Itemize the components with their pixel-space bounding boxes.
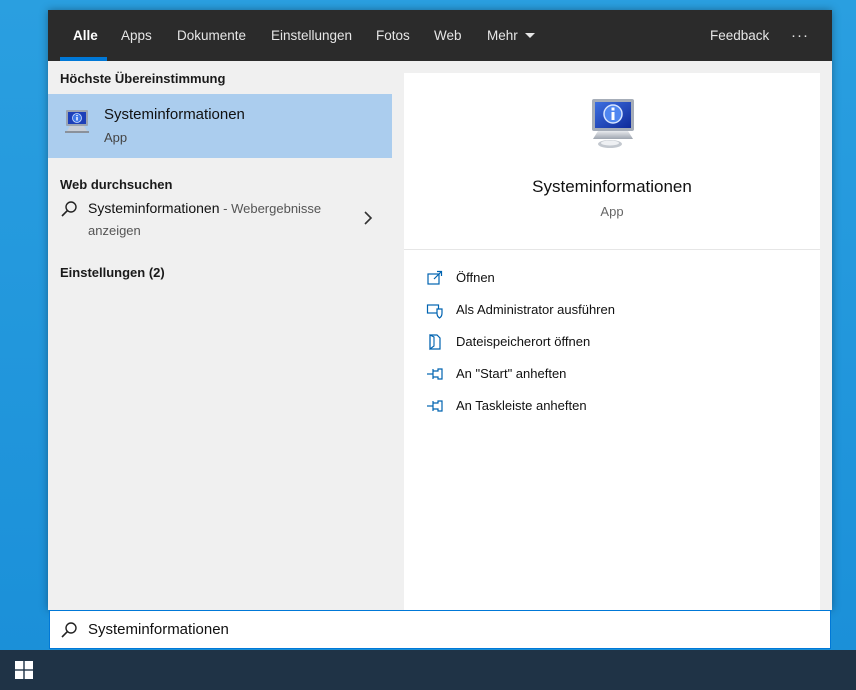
tab-dokumente[interactable]: Dokumente — [177, 10, 246, 61]
tab-einstellungen[interactable]: Einstellungen — [271, 10, 352, 61]
preview-subtitle: App — [600, 204, 624, 219]
tab-mehr-label: Mehr — [487, 28, 518, 43]
tab-alle[interactable]: Alle — [73, 10, 98, 61]
preview-title: Systeminformationen — [532, 177, 692, 196]
web-result-text: Systeminformationen - Webergebnisse — [88, 200, 321, 216]
search-panel: Alle Apps Dokumente Einstellungen Fotos … — [48, 10, 832, 610]
system-information-icon — [592, 99, 634, 148]
web-search-heading: Web durchsuchen — [60, 177, 173, 192]
file-location-icon — [429, 334, 441, 351]
search-input[interactable] — [88, 621, 788, 638]
web-search-result[interactable]: Systeminformationen - Webergebnisse anze… — [48, 196, 392, 248]
open-file-location-action[interactable]: Dateispeicherort öffnen — [426, 331, 806, 355]
system-information-icon — [65, 110, 89, 133]
open-file-location-label: Dateispeicherort öffnen — [456, 334, 591, 349]
pin-icon — [427, 400, 443, 412]
tab-apps[interactable]: Apps — [121, 10, 152, 61]
best-match-heading: Höchste Übereinstimmung — [60, 71, 226, 86]
tab-fotos[interactable]: Fotos — [376, 10, 410, 61]
pin-to-taskbar-action[interactable]: An Taskleiste anheften — [426, 395, 806, 419]
pin-icon — [427, 368, 443, 380]
tab-web[interactable]: Web — [434, 10, 462, 61]
web-result-suffix: - Webergebnisse — [219, 201, 322, 216]
shield-icon — [426, 304, 443, 319]
windows-start-icon[interactable] — [15, 661, 33, 679]
run-as-admin-label: Als Administrator ausführen — [456, 302, 615, 317]
open-icon — [427, 270, 443, 285]
best-match-item[interactable]: Systeminformationen App — [48, 94, 392, 158]
run-as-admin-action[interactable]: Als Administrator ausführen — [426, 299, 806, 323]
search-box[interactable] — [49, 610, 831, 649]
pin-to-start-action[interactable]: An "Start" anheften — [426, 363, 806, 387]
pin-to-taskbar-label: An Taskleiste anheften — [456, 398, 587, 413]
best-match-subtitle: App — [104, 130, 128, 145]
settings-heading[interactable]: Einstellungen (2) — [60, 265, 165, 280]
web-result-query: Systeminformationen — [88, 200, 220, 216]
filter-tab-bar: Alle Apps Dokumente Einstellungen Fotos … — [48, 10, 832, 61]
open-action-label: Öffnen — [456, 270, 495, 285]
chevron-right-icon[interactable] — [362, 210, 374, 226]
web-result-line2: anzeigen — [88, 223, 141, 238]
preview-pane: Systeminformationen App Öffnen Als Admin… — [404, 73, 820, 610]
results-list: Höchste Übereinstimmung Systeminformatio… — [48, 61, 392, 610]
best-match-title: Systeminformationen — [104, 106, 245, 123]
tab-mehr[interactable]: Mehr — [487, 10, 535, 61]
preview-header: Systeminformationen App — [404, 73, 820, 250]
search-icon — [61, 201, 77, 217]
pin-to-start-label: An "Start" anheften — [456, 366, 567, 381]
feedback-button[interactable]: Feedback — [710, 10, 769, 61]
taskbar — [0, 650, 856, 690]
chevron-down-icon — [524, 33, 535, 38]
more-options-button[interactable]: ··· — [791, 10, 809, 61]
search-icon — [61, 622, 77, 638]
open-action[interactable]: Öffnen — [426, 267, 806, 291]
